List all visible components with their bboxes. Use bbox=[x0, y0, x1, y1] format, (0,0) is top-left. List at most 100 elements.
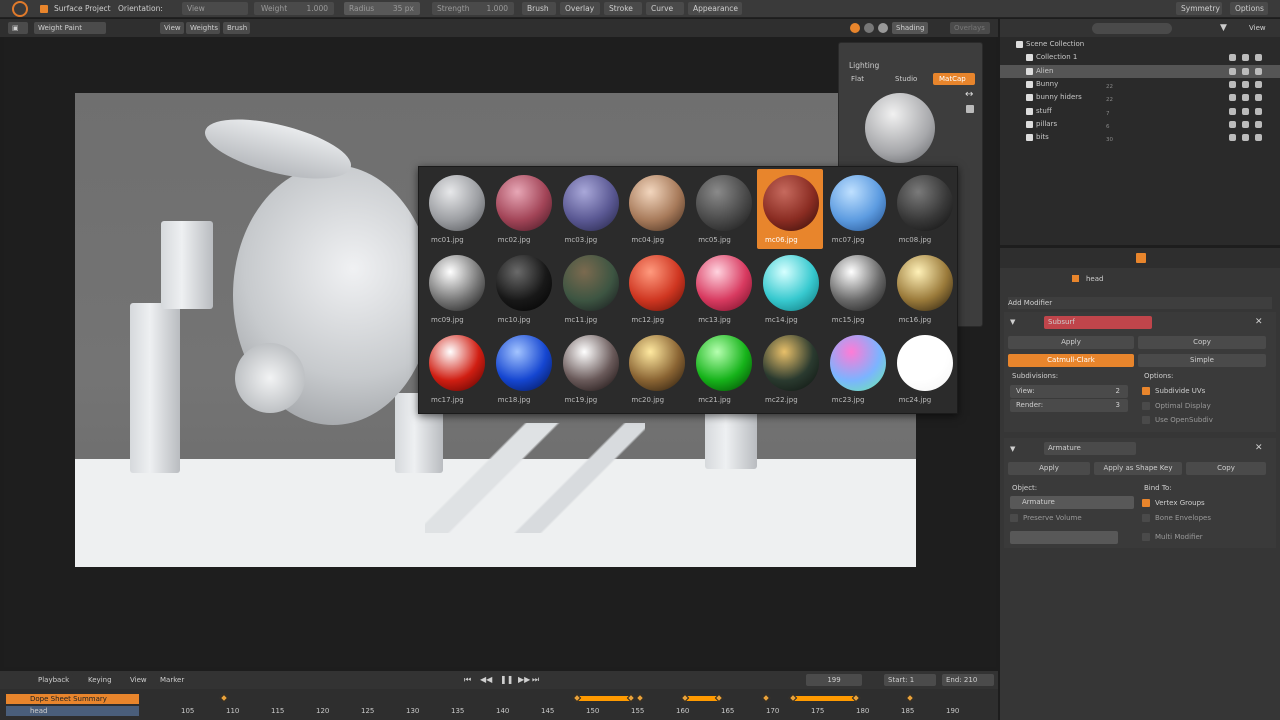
tab-flat[interactable]: Flat bbox=[845, 73, 887, 85]
selectable-icon[interactable] bbox=[1242, 120, 1249, 128]
matcap-mc14[interactable]: mc14.jpg bbox=[757, 249, 823, 329]
end-frame-field[interactable]: End: 210 bbox=[942, 674, 994, 686]
brush-header-menu[interactable]: Brush bbox=[223, 22, 250, 34]
render-icon[interactable] bbox=[1255, 94, 1262, 102]
matcap-mc10[interactable]: mc10.jpg bbox=[490, 249, 556, 329]
stroke-menu[interactable]: Stroke bbox=[604, 2, 642, 15]
solid-shading-icon[interactable] bbox=[850, 23, 860, 33]
vertex-group-field[interactable] bbox=[1010, 531, 1118, 544]
jump-start-icon[interactable]: ⏮ bbox=[464, 675, 471, 685]
radius-field[interactable]: Radius 35 px bbox=[344, 2, 420, 15]
flip-icon[interactable]: ↔ bbox=[965, 89, 973, 100]
subsurf-apply-button[interactable]: Apply bbox=[1008, 336, 1134, 349]
visibility-eye-icon[interactable] bbox=[1229, 134, 1236, 142]
outliner-item[interactable]: Alien bbox=[1000, 64, 1280, 78]
tab-matcap[interactable]: MatCap bbox=[933, 73, 975, 85]
filter-icon[interactable]: ▼ bbox=[1220, 23, 1227, 33]
render-icon[interactable] bbox=[1255, 54, 1262, 62]
render-icon[interactable] bbox=[1255, 67, 1262, 75]
matcap-mc04[interactable]: mc04.jpg bbox=[623, 169, 689, 249]
current-frame-field[interactable]: 199 bbox=[806, 674, 862, 686]
brush-menu[interactable]: Brush bbox=[522, 2, 556, 15]
keyframe[interactable] bbox=[905, 693, 915, 703]
outliner-item[interactable]: Scene Collection bbox=[1000, 38, 1280, 51]
playback-menu[interactable]: Playback bbox=[34, 674, 74, 686]
material-shading-icon[interactable] bbox=[864, 23, 874, 33]
matcap-mc09[interactable]: mc09.jpg bbox=[423, 249, 489, 329]
jump-end-icon[interactable]: ⏭ bbox=[532, 675, 539, 685]
outliner-search[interactable] bbox=[1092, 23, 1172, 34]
matcap-mc16[interactable]: mc16.jpg bbox=[891, 249, 957, 329]
visibility-eye-icon[interactable] bbox=[1229, 67, 1236, 75]
outliner-item[interactable]: Collection 1 bbox=[1000, 51, 1280, 64]
matcap-mc20[interactable]: mc20.jpg bbox=[623, 329, 689, 409]
weights-menu[interactable]: Weights bbox=[186, 22, 220, 34]
start-frame-field[interactable]: Start: 1 bbox=[884, 674, 936, 686]
close-icon[interactable]: ✕ bbox=[1255, 317, 1263, 327]
mode-select[interactable]: Weight Paint bbox=[34, 22, 106, 34]
matcap-mc08[interactable]: mc08.jpg bbox=[891, 169, 957, 249]
editor-type-button[interactable]: ▣ bbox=[8, 22, 28, 34]
orientation-select[interactable]: View bbox=[182, 2, 248, 15]
subsurf-name-field[interactable]: Subsurf bbox=[1044, 316, 1152, 329]
matcap-mc22[interactable]: mc22.jpg bbox=[757, 329, 823, 409]
matcap-mc13[interactable]: mc13.jpg bbox=[690, 249, 756, 329]
matcap-mc17[interactable]: mc17.jpg bbox=[423, 329, 489, 409]
overlays-dropdown[interactable]: Overlays bbox=[950, 22, 990, 34]
vertex-groups-checkbox[interactable] bbox=[1142, 499, 1150, 507]
matcap-mc03[interactable]: mc03.jpg bbox=[557, 169, 623, 249]
outliner-item[interactable]: pillars 6 bbox=[1000, 118, 1280, 131]
visibility-eye-icon[interactable] bbox=[1229, 80, 1236, 88]
head-row[interactable]: head bbox=[6, 706, 139, 716]
weight-field[interactable]: Weight 1.000 bbox=[254, 2, 334, 15]
matcap-mc11[interactable]: mc11.jpg bbox=[557, 249, 623, 329]
outliner-view-menu[interactable]: View bbox=[1249, 24, 1266, 32]
add-modifier-button[interactable]: Add Modifier bbox=[1008, 297, 1272, 309]
outliner-item[interactable]: bits 30 bbox=[1000, 131, 1280, 144]
wrench-icon[interactable] bbox=[1136, 253, 1146, 263]
matcap-mc05[interactable]: mc05.jpg bbox=[690, 169, 756, 249]
keyframe[interactable] bbox=[761, 693, 771, 703]
view-subdiv-field[interactable]: View: 2 bbox=[1010, 385, 1128, 398]
render-icon[interactable] bbox=[1255, 107, 1262, 115]
selectable-icon[interactable] bbox=[1242, 134, 1249, 142]
render-icon[interactable] bbox=[1255, 134, 1262, 142]
strength-field[interactable]: Strength 1.000 bbox=[432, 2, 514, 15]
multi-modifier-checkbox[interactable] bbox=[1142, 533, 1150, 541]
selectable-icon[interactable] bbox=[1242, 80, 1249, 88]
marker-menu[interactable]: Marker bbox=[156, 674, 188, 686]
blender-logo-icon[interactable] bbox=[12, 1, 28, 17]
selectable-icon[interactable] bbox=[1242, 107, 1249, 115]
render-icon[interactable] bbox=[1255, 120, 1262, 128]
armature-apply-button[interactable]: Apply bbox=[1008, 462, 1090, 475]
dope-sheet-summary-row[interactable]: Dope Sheet Summary bbox=[6, 694, 139, 704]
selectable-icon[interactable] bbox=[1242, 54, 1249, 62]
matcap-mc18[interactable]: mc18.jpg bbox=[490, 329, 556, 409]
armature-name-field[interactable]: Armature bbox=[1044, 442, 1136, 455]
tab-studio[interactable]: Studio bbox=[889, 73, 931, 85]
visibility-eye-icon[interactable] bbox=[1229, 120, 1236, 128]
matcap-mc19[interactable]: mc19.jpg bbox=[557, 329, 623, 409]
appearance-menu[interactable]: Appearance bbox=[688, 2, 742, 15]
symmetry-menu[interactable]: Symmetry bbox=[1176, 2, 1222, 15]
options-menu[interactable]: Options bbox=[1230, 2, 1268, 15]
prev-keyframe-icon[interactable]: ◀◀ bbox=[480, 675, 492, 684]
apply-as-shape-key-button[interactable]: Apply as Shape Key bbox=[1094, 462, 1182, 475]
render-icon[interactable] bbox=[1255, 80, 1262, 88]
subdivide-uvs-checkbox[interactable] bbox=[1142, 387, 1150, 395]
armature-object-field[interactable]: Armature bbox=[1010, 496, 1134, 509]
subsurf-copy-button[interactable]: Copy bbox=[1138, 336, 1266, 349]
visibility-eye-icon[interactable] bbox=[1229, 94, 1236, 102]
matcap-mc24[interactable]: mc24.jpg bbox=[891, 329, 957, 409]
collapse-icon[interactable]: ▼ bbox=[1010, 318, 1015, 326]
catmull-clark-button[interactable]: Catmull-Clark bbox=[1008, 354, 1134, 367]
matcap-mc15[interactable]: mc15.jpg bbox=[824, 249, 890, 329]
preserve-volume-checkbox[interactable] bbox=[1010, 514, 1018, 522]
settings-icon[interactable] bbox=[966, 105, 974, 113]
curve-menu[interactable]: Curve bbox=[646, 2, 684, 15]
selectable-icon[interactable] bbox=[1242, 94, 1249, 102]
pause-icon[interactable]: ❚❚ bbox=[500, 675, 513, 684]
collapse-icon[interactable]: ▼ bbox=[1010, 445, 1015, 453]
use-opensubdiv-checkbox[interactable] bbox=[1142, 416, 1150, 424]
outliner-item[interactable]: Bunny 22 bbox=[1000, 78, 1280, 91]
